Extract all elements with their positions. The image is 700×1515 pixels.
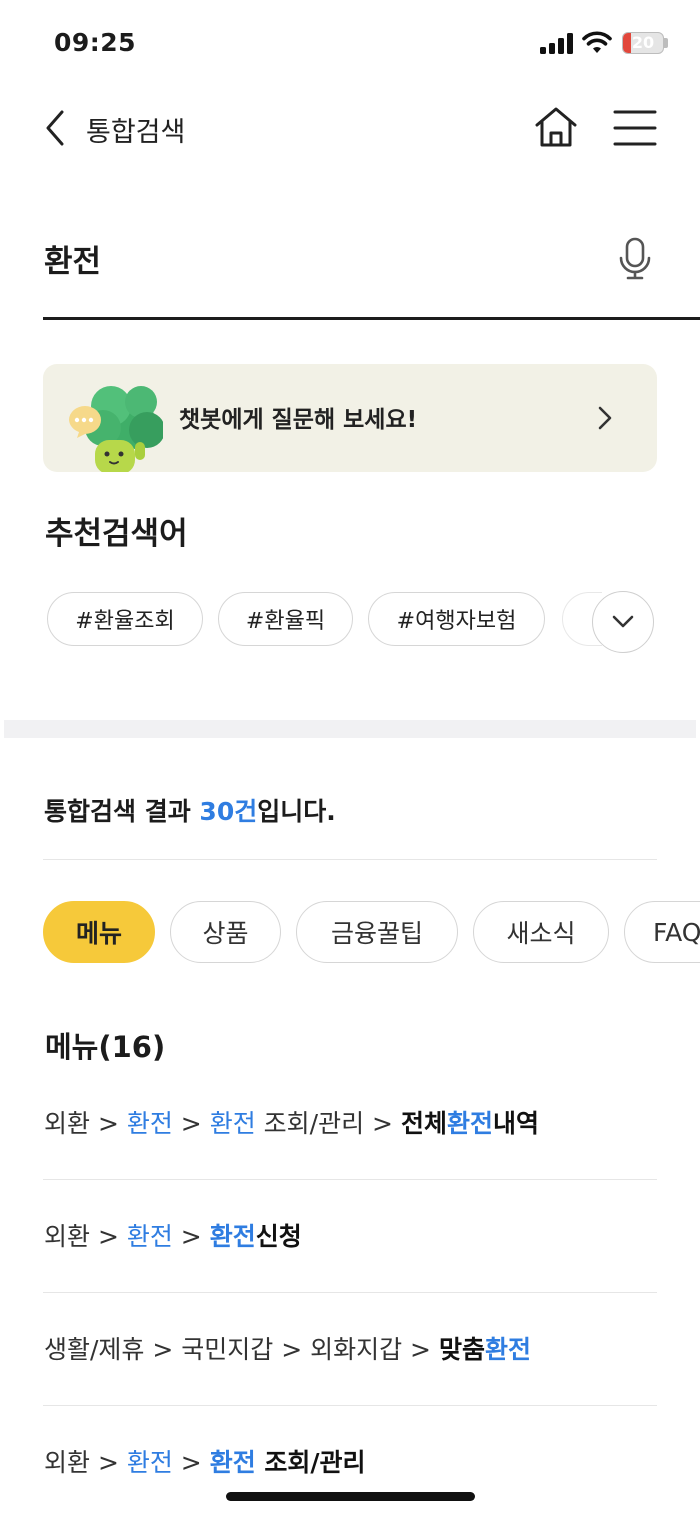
result-count: 30건 [199,797,258,826]
menu-section-title: 메뉴(16) [45,1030,166,1064]
search-underline [43,317,700,320]
home-icon[interactable] [532,104,580,150]
path-text: > [172,1448,210,1477]
tab-products[interactable]: 상품 [170,901,281,963]
search-input[interactable] [44,230,584,286]
battery-percent: 20 [631,33,655,52]
expand-keywords-button[interactable] [592,591,654,653]
tab-faq[interactable]: FAQ [624,901,700,963]
chatbot-mascot-icon [69,386,163,472]
chevron-right-icon [598,406,612,430]
divider [43,1179,657,1180]
divider [43,1405,657,1406]
divider [43,859,657,860]
chevron-down-icon [612,615,634,628]
menu-result-item[interactable]: 외환 > 환전 > 환전신청 [44,1217,302,1253]
path-text: 외환 > [44,1448,127,1477]
tab-finance-tips[interactable]: 금융꿀팁 [296,901,458,963]
menu-name: 전체 [400,1109,447,1138]
home-indicator [226,1492,475,1501]
result-summary-suffix: 입니다. [257,797,336,826]
path-highlight: 환전 [126,1109,173,1138]
battery-icon: 20 [622,32,664,54]
menu-result-item[interactable]: 외환 > 환전 > 환전 조회/관리 > 전체환전내역 [44,1104,539,1140]
menu-name-highlight: 환전 [209,1222,256,1251]
menu-name-highlight: 환전 [209,1448,256,1477]
page-title: 통합검색 [86,117,186,148]
result-summary: 통합검색 결과 30건입니다. [44,792,336,828]
menu-name-highlight: 환전 [484,1335,531,1364]
hamburger-menu-icon[interactable] [612,108,658,148]
menu-name: 맞춤 [438,1335,485,1364]
path-text: 조회/관리 > [255,1109,401,1138]
section-divider [4,720,696,738]
result-summary-prefix: 통합검색 결과 [44,797,200,826]
menu-name: 조회/관리 [255,1448,366,1477]
tab-news[interactable]: 새소식 [473,901,609,963]
wifi-icon [582,31,612,53]
path-text: 생활/제휴 > 국민지갑 > 외화지갑 > [44,1335,439,1364]
path-text: > [172,1222,210,1251]
status-time: 09:25 [54,28,137,57]
keyword-chip[interactable]: #여행자보험 [368,592,545,646]
back-button[interactable] [38,106,78,150]
path-highlight: 환전 [126,1222,173,1251]
battery-cap [664,38,668,48]
tab-menu[interactable]: 메뉴 [43,901,155,963]
keyword-chip[interactable]: #환율픽 [218,592,353,646]
keyword-chip[interactable]: #환율조회 [47,592,203,646]
chatbot-banner[interactable]: 챗봇에게 질문해 보세요! [43,364,657,472]
divider [43,1292,657,1293]
path-highlight: 환전 [209,1109,256,1138]
menu-name-highlight: 환전 [446,1109,493,1138]
menu-name: 내역 [492,1109,539,1138]
chatbot-prompt-text: 챗봇에게 질문해 보세요! [179,407,418,433]
path-highlight: 환전 [126,1448,173,1477]
recommended-keywords-title: 추천검색어 [45,516,188,552]
menu-name: 신청 [255,1222,302,1251]
path-text: 외환 > [44,1109,127,1138]
cellular-signal-icon [540,32,574,54]
path-text: > [172,1109,210,1138]
microphone-icon[interactable] [614,236,656,282]
menu-result-item[interactable]: 생활/제휴 > 국민지갑 > 외화지갑 > 맞춤환전 [44,1330,531,1366]
path-text: 외환 > [44,1222,127,1251]
menu-result-item[interactable]: 외환 > 환전 > 환전 조회/관리 [44,1443,366,1479]
